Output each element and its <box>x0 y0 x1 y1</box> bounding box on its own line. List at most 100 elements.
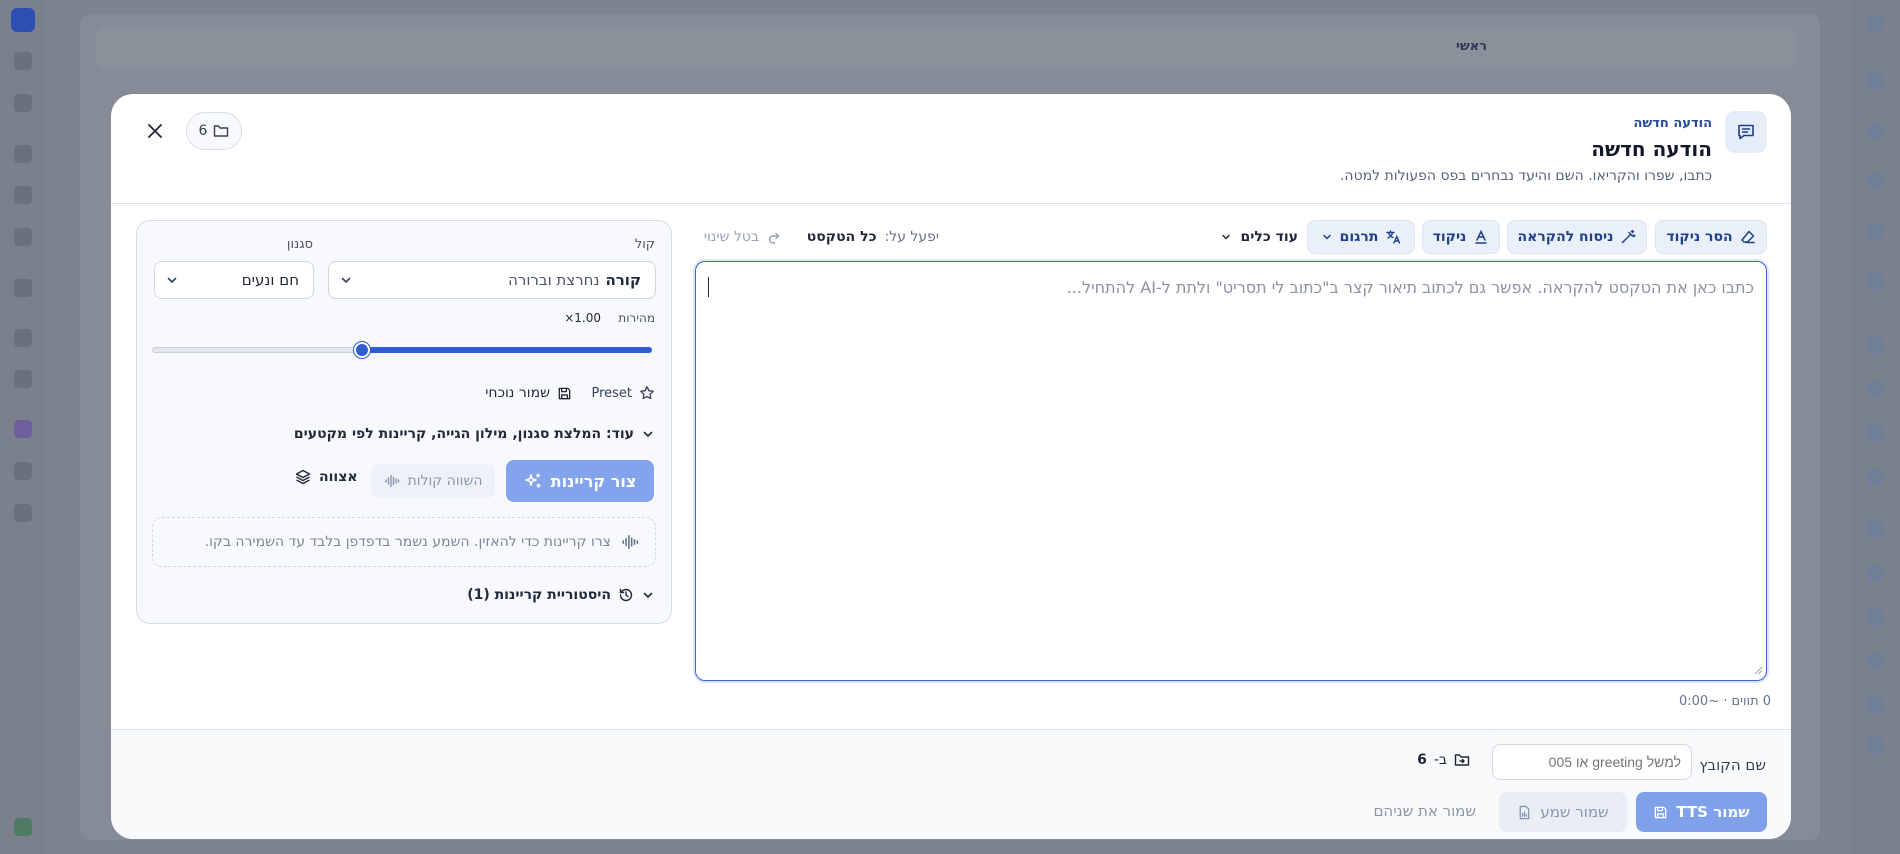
dialog-description: כתבו, שפרו והקריאו. השם והיעד נבחרים בפס… <box>1339 168 1712 184</box>
preset-button[interactable]: Preset <box>591 385 655 401</box>
nav-icon <box>1866 564 1884 582</box>
text-caret <box>708 277 709 297</box>
audio-waveform-icon <box>622 535 639 549</box>
save-current-button[interactable]: שמור נוכחי <box>485 385 572 401</box>
save-current-label: שמור נוכחי <box>485 385 550 401</box>
nav-icon <box>1866 122 1884 140</box>
batch-button[interactable]: אצווה <box>295 469 358 485</box>
filename-label: שם הקובץ <box>1699 756 1766 774</box>
voice-settings-panel: קול סגנון קורה נחרצת וברורה חם ונעים מהי… <box>136 220 672 624</box>
nav-icon <box>1866 172 1884 190</box>
voice-select[interactable]: קורה נחרצת וברורה <box>328 261 656 299</box>
apply-on-label: יפעל על: <box>884 229 939 245</box>
generate-narration-label: צור קריינות <box>550 471 637 491</box>
narration-history-label: היסטוריית קריינות (1) <box>467 587 611 603</box>
background-left-sidebar <box>0 0 46 854</box>
chevron-down-icon <box>643 431 653 438</box>
nav-icon <box>1866 222 1884 240</box>
folder-count-badge[interactable]: 6 <box>186 112 242 150</box>
folder-icon <box>214 125 229 137</box>
voice-label: קול <box>634 237 655 252</box>
resize-handle-icon[interactable] <box>1754 666 1763 675</box>
save-audio-button[interactable]: שמור שמע <box>1499 792 1627 832</box>
save-tts-label: שמור TTS <box>1676 803 1750 821</box>
message-icon <box>1725 111 1767 153</box>
message-text-editor[interactable]: כתבו כאן את הטקסט להקראה. אפשר גם לכתוב … <box>695 261 1767 681</box>
generate-narration-button[interactable]: צור קריינות <box>506 460 654 502</box>
save-both-button[interactable]: שמור את שניהם <box>1373 802 1476 820</box>
close-button[interactable] <box>138 114 172 148</box>
read-version-label: ניסוח להקראה <box>1517 229 1614 245</box>
save-icon <box>558 387 571 399</box>
filename-input[interactable] <box>1492 744 1692 780</box>
destination-prefix: ב- <box>1433 752 1447 768</box>
read-version-button[interactable]: ניסוח להקראה <box>1507 220 1647 254</box>
chevron-down-icon <box>167 277 177 284</box>
editor-placeholder: כתבו כאן את הטקסט להקראה. אפשר גם לכתוב … <box>1066 278 1754 297</box>
nikud-button[interactable]: ניקוד <box>1422 220 1500 254</box>
save-audio-label: שמור שמע <box>1540 803 1609 821</box>
chevron-down-icon <box>1322 234 1331 240</box>
nav-icon <box>14 504 32 522</box>
translate-icon <box>1386 230 1401 244</box>
voice-description: נחרצת וברורה <box>508 271 600 289</box>
style-label: סגנון <box>286 237 313 252</box>
nav-icon <box>14 420 32 438</box>
apply-on-indicator: יפעל על: כל הטקסט <box>807 220 939 254</box>
voice-name: קורה <box>605 271 641 289</box>
more-tools-label: עוד כלים <box>1240 229 1298 245</box>
layers-icon <box>295 469 311 485</box>
eraser-icon <box>1740 230 1755 244</box>
nav-icon <box>1866 380 1884 398</box>
compare-voices-label: השווה קולות <box>407 473 483 489</box>
nav-icon <box>1866 72 1884 90</box>
text-format-icon <box>1475 229 1488 244</box>
background-topbar-label: ראשי <box>1456 39 1487 54</box>
chevron-down-icon <box>341 277 351 284</box>
preset-label: Preset <box>591 385 632 401</box>
speed-slider-fill <box>362 347 652 353</box>
audio-preview-hint: צרו קריינות כדי להאזין. השמע נשמר בדפדפן… <box>204 534 611 550</box>
character-counter: 0 תווים · ~0:00 <box>1679 694 1772 709</box>
close-icon <box>148 124 162 138</box>
translate-button[interactable]: תרגום <box>1307 220 1415 254</box>
nav-icon <box>14 329 32 347</box>
nav-icon <box>1866 424 1884 442</box>
new-message-dialog: הודעה חדשה הודעה חדשה כתבו, שפרו והקריאו… <box>111 94 1791 839</box>
style-value: חם ונעים <box>241 271 299 289</box>
background-right-sidebar <box>1850 0 1900 854</box>
history-icon <box>619 588 633 602</box>
save-tts-button[interactable]: שמור TTS <box>1636 792 1767 832</box>
nav-icon <box>1866 14 1884 32</box>
speed-slider[interactable] <box>152 342 652 358</box>
narration-history-toggle[interactable]: היסטוריית קריינות (1) <box>467 587 655 603</box>
destination-value: 6 <box>1417 752 1427 768</box>
app-logo <box>11 8 35 32</box>
nav-icon <box>14 94 32 112</box>
more-options-label: עוד: המלצת סגנון, מילון הגייה, קריינות ל… <box>293 426 634 442</box>
compare-voices-button[interactable]: השווה קולות <box>371 464 495 498</box>
audio-file-icon <box>1519 805 1530 819</box>
undo-button[interactable]: בטל שינוי <box>704 220 781 254</box>
remove-nikud-button[interactable]: הסר ניקוד <box>1655 220 1767 254</box>
nikud-label: ניקוד <box>1432 229 1467 245</box>
folder-count: 6 <box>198 123 208 139</box>
chevron-down-icon <box>1222 234 1231 240</box>
speed-value: ×1.00 <box>564 311 601 325</box>
more-tools-button[interactable]: עוד כלים <box>1220 220 1298 254</box>
dialog-header: הודעה חדשה הודעה חדשה כתבו, שפרו והקריאו… <box>111 94 1791 204</box>
save-icon <box>1655 806 1667 818</box>
destination-folder-button[interactable]: ב- 6 <box>1417 752 1470 768</box>
remove-nikud-label: הסר ניקוד <box>1666 229 1733 245</box>
nav-icon <box>1866 652 1884 670</box>
nav-icon <box>14 462 32 480</box>
speed-slider-thumb[interactable] <box>354 342 370 358</box>
folder-move-icon <box>1454 754 1470 766</box>
batch-label: אצווה <box>319 469 358 485</box>
star-icon <box>640 386 654 400</box>
style-select[interactable]: חם ונעים <box>154 261 314 299</box>
apply-on-value: כל הטקסט <box>806 229 877 245</box>
more-options-toggle[interactable]: עוד: המלצת סגנון, מילון הגייה, קריינות ל… <box>294 426 655 442</box>
nav-icon <box>1866 336 1884 354</box>
dialog-footer: שם הקובץ ב- 6 שמור TTS שמור שמע שמור את … <box>111 729 1791 839</box>
